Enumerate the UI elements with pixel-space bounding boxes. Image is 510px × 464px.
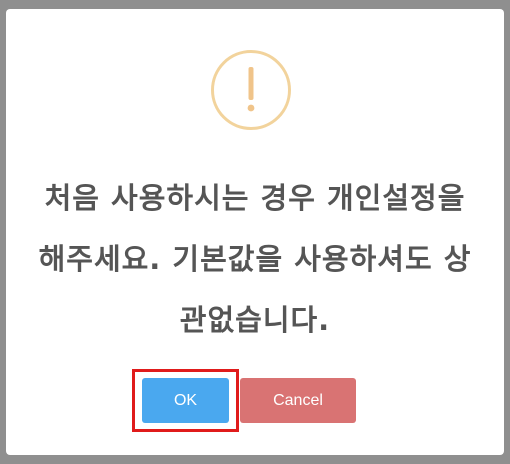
- message-line-2: 해주세요. 기본값을 사용하셔도 상: [38, 242, 472, 276]
- exclamation-mark-glyph: [247, 67, 255, 112]
- cancel-button[interactable]: Cancel: [240, 378, 356, 423]
- exclamation-icon: [211, 50, 291, 130]
- message-line-1: 처음 사용하시는 경우 개인설정을: [44, 181, 466, 215]
- message-line-3: 관없습니다.: [179, 303, 331, 337]
- dialog-message: 처음 사용하시는 경우 개인설정을 해주세요. 기본값을 사용하셔도 상 관없습…: [22, 168, 488, 351]
- ok-button[interactable]: OK: [142, 378, 229, 423]
